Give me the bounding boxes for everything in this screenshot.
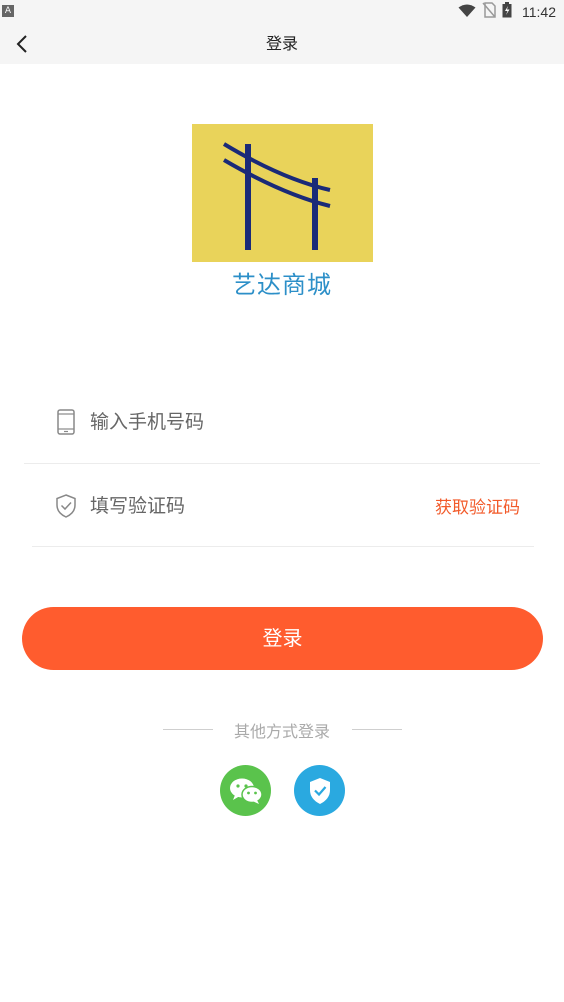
shield-login-button[interactable] [294, 765, 345, 816]
app-logo [192, 124, 373, 262]
nav-bar: 登录 [0, 24, 564, 64]
app-name: 艺达商城 [232, 271, 332, 299]
divider [24, 463, 540, 464]
notification-badge: A [2, 5, 14, 17]
battery-charging-icon [502, 2, 512, 22]
status-icons: 11:42 [458, 2, 556, 22]
status-bar: A 11:42 [0, 0, 564, 24]
divider [32, 546, 534, 547]
phone-icon [54, 408, 78, 436]
login-button[interactable]: 登录 [22, 607, 543, 670]
code-input[interactable] [90, 491, 390, 521]
other-login-label: 其他方式登录 [233, 722, 330, 741]
phone-field [24, 392, 540, 452]
shield-check-icon [309, 777, 330, 804]
chevron-left-icon [16, 35, 27, 53]
get-code-button[interactable]: 获取验证码 [435, 493, 520, 518]
no-sim-icon [482, 2, 496, 22]
phone-input[interactable] [90, 407, 390, 437]
power-pole-icon [222, 142, 331, 250]
status-time: 11:42 [522, 4, 556, 20]
page-title: 登录 [265, 34, 298, 53]
shield-check-icon [54, 492, 78, 520]
back-button[interactable] [8, 30, 36, 58]
code-field: 获取验证码 [24, 476, 540, 536]
wechat-login-button[interactable] [220, 765, 271, 816]
wifi-icon [458, 3, 476, 22]
divider-line [352, 729, 402, 730]
wechat-icon [229, 778, 263, 804]
other-login-section: 其他方式登录 [0, 718, 564, 741]
